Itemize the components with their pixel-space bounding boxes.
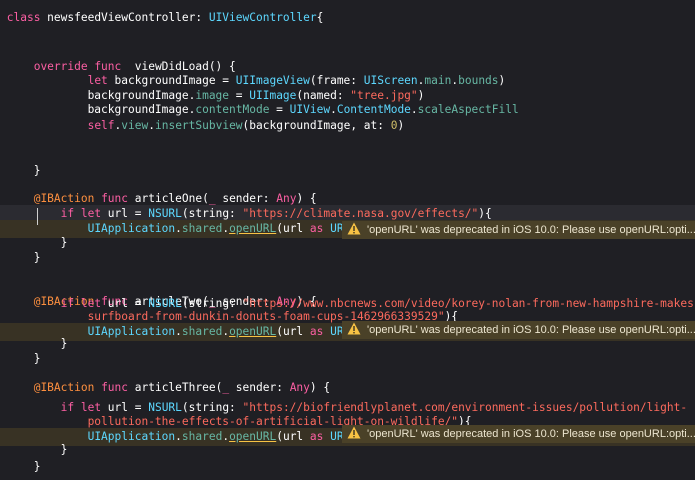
code-token: backgroundImage. <box>6 103 196 116</box>
line-gutter-pad <box>0 103 7 116</box>
warning-message: 'openURL' was deprecated in iOS 10.0: Pl… <box>367 428 695 440</box>
code-token: ) { <box>296 192 317 205</box>
code-token: ) <box>498 74 506 87</box>
line-gutter-pad <box>0 415 7 428</box>
line-gutter-pad <box>0 443 7 456</box>
line-gutter-pad <box>0 337 7 350</box>
code-token: "https://climate.nasa.gov/effects/" <box>242 207 479 220</box>
code-token: newsfeedViewController: <box>47 11 209 24</box>
code-token: } <box>6 460 41 473</box>
code-line[interactable]: @IBAction func articleThree(_ sender: An… <box>0 379 695 397</box>
code-line[interactable]: class newsfeedViewController: UIViewCont… <box>0 9 695 27</box>
code-token: Any <box>289 381 310 394</box>
code-line[interactable]: } <box>0 350 695 368</box>
code-token: scaleAspectFill <box>417 103 519 116</box>
code-token: } <box>6 251 41 264</box>
line-gutter-pad <box>0 192 7 205</box>
line-gutter-pad <box>0 352 7 365</box>
code-token: UIScreen <box>363 74 418 87</box>
deprecation-warning-badge[interactable]: 'openURL' was deprecated in iOS 10.0: Pl… <box>342 321 695 339</box>
code-token: backgroundImage = <box>114 74 236 87</box>
code-token: func <box>101 381 135 394</box>
code-token: NSURL <box>148 207 182 220</box>
code-token: url = <box>107 207 149 220</box>
code-token: . <box>330 103 337 116</box>
warning-message: 'openURL' was deprecated in iOS 10.0: Pl… <box>367 224 695 236</box>
line-gutter-pad <box>0 11 7 24</box>
code-token: self <box>87 119 115 132</box>
line-gutter-pad <box>0 119 7 132</box>
code-line[interactable]: self.view.insertSubview(backgroundImage,… <box>0 117 695 135</box>
code-token: ){ <box>478 207 492 220</box>
code-token: bounds <box>458 74 499 87</box>
code-token: ) { <box>309 381 331 394</box>
line-gutter-pad <box>0 251 7 264</box>
code-token: } <box>6 236 68 249</box>
code-token: _ <box>208 192 216 205</box>
warning-triangle-icon <box>347 322 361 335</box>
code-token: UIImageView <box>235 74 310 87</box>
code-token: main <box>424 74 452 87</box>
code-token: @IBAction <box>33 381 102 394</box>
code-token: { <box>316 11 324 24</box>
line-gutter-pad <box>0 381 7 394</box>
warning-message: 'openURL' was deprecated in iOS 10.0: Pl… <box>367 324 695 336</box>
line-gutter-pad <box>0 164 7 177</box>
warning-triangle-icon <box>347 426 361 439</box>
code-token: } <box>6 337 68 350</box>
code-line[interactable]: } <box>0 441 695 459</box>
code-token: UIViewController <box>208 11 317 24</box>
code-token: let <box>87 74 115 87</box>
code-token: insertSubview <box>154 119 243 132</box>
code-token: (frame: <box>309 74 364 87</box>
code-token: articleThree( <box>134 381 223 394</box>
deprecation-warning-badge[interactable]: 'openURL' was deprecated in iOS 10.0: Pl… <box>342 221 695 239</box>
code-token: } <box>6 352 41 365</box>
code-token: contentMode <box>195 103 270 116</box>
code-token: . <box>148 119 155 132</box>
code-token: . <box>410 103 418 116</box>
code-token: @IBAction <box>33 192 102 205</box>
warning-triangle-icon <box>347 222 361 235</box>
code-editor[interactable]: class newsfeedViewController: UIViewCont… <box>0 0 695 480</box>
line-gutter-pad <box>0 460 7 473</box>
window-bottom-margin <box>0 480 695 494</box>
code-token: view <box>121 119 149 132</box>
line-gutter-pad <box>0 74 7 87</box>
code-line[interactable]: } <box>0 249 695 267</box>
code-token: UIView <box>289 103 331 116</box>
text-cursor <box>37 208 38 225</box>
code-token: sender: <box>229 381 290 394</box>
code-token: } <box>6 164 41 177</box>
code-token: class <box>6 11 48 24</box>
deprecation-warning-badge[interactable]: 'openURL' was deprecated in iOS 10.0: Pl… <box>342 425 695 443</box>
line-gutter-pad <box>0 310 7 323</box>
code-token: (backgroundImage, at: <box>242 119 391 132</box>
code-line[interactable]: } <box>0 458 695 476</box>
line-gutter-pad <box>0 207 7 220</box>
code-token: Any <box>276 192 297 205</box>
code-token: ) <box>397 119 405 132</box>
code-token: articleOne( <box>134 192 209 205</box>
code-token: = <box>269 103 290 116</box>
line-gutter-pad <box>0 236 7 249</box>
code-token: func <box>101 192 135 205</box>
code-token: sender: <box>215 192 277 205</box>
code-token: if let <box>60 207 108 220</box>
code-token: } <box>6 443 68 456</box>
code-token: ContentMode <box>336 103 411 116</box>
code-line[interactable]: } <box>0 162 695 180</box>
code-token: (string: <box>181 207 243 220</box>
